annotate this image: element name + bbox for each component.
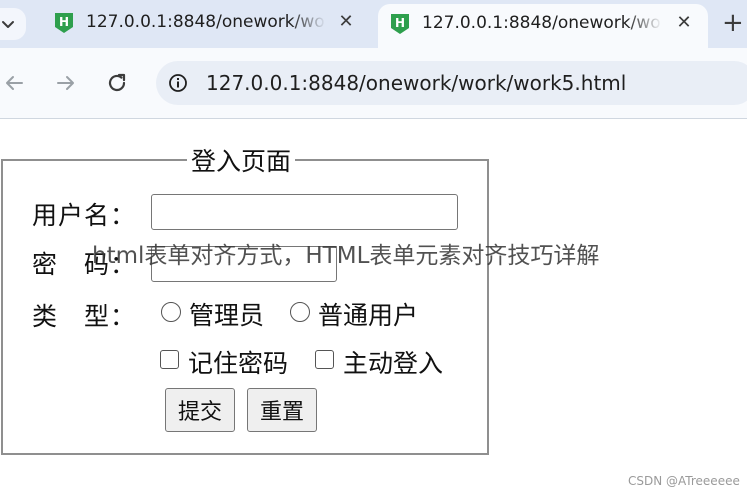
- tab-title: 127.0.0.1:8848/onework/work/work5.html: [422, 13, 662, 33]
- checkbox-auto-login[interactable]: [315, 350, 334, 369]
- reload-icon[interactable]: [105, 71, 129, 95]
- url-text[interactable]: 127.0.0.1:8848/onework/work/work5.html: [206, 71, 626, 95]
- address-bar[interactable]: 127.0.0.1:8848/onework/work/work5.html: [156, 61, 747, 105]
- login-legend: 登入页面: [191, 147, 292, 176]
- svg-text:H: H: [59, 15, 69, 29]
- site-info-icon[interactable]: [168, 73, 188, 93]
- checkbox-remember-password[interactable]: [160, 350, 179, 369]
- tab-search-button[interactable]: [0, 8, 26, 40]
- radio-admin[interactable]: [161, 302, 181, 322]
- submit-button[interactable]: 提交: [165, 388, 236, 432]
- tab-title: 127.0.0.1:8848/onework/work/work5.html: [86, 12, 326, 32]
- svg-text:H: H: [395, 16, 405, 30]
- checkbox-remember-password-label[interactable]: 记住密码: [188, 344, 288, 380]
- tab-active[interactable]: H 127.0.0.1:8848/onework/work/work5.html…: [378, 4, 708, 48]
- hbuilder-favicon-icon: H: [55, 13, 73, 33]
- close-icon[interactable]: ✕: [674, 12, 694, 33]
- close-icon[interactable]: ✕: [336, 11, 356, 32]
- radio-admin-label[interactable]: 管理员: [189, 296, 264, 332]
- checkbox-auto-login-label[interactable]: 主动登入: [343, 344, 443, 380]
- overlay-article-title: html表单对齐方式，HTML表单元素对齐技巧详解: [92, 243, 600, 269]
- forward-arrow-icon[interactable]: [54, 71, 78, 95]
- new-tab-button[interactable]: +: [722, 8, 747, 38]
- reset-button[interactable]: 重置: [247, 388, 318, 432]
- browser-toolbar: 127.0.0.1:8848/onework/work/work5.html: [0, 48, 747, 119]
- watermark: CSDN @ATreeeeee: [628, 474, 740, 488]
- radio-regular-user-label[interactable]: 普通用户: [318, 296, 418, 332]
- hbuilder-favicon-icon: H: [391, 14, 409, 34]
- tab-strip: H 127.0.0.1:8848/onework/work/work5.html…: [0, 0, 747, 48]
- username-label: 用户名：: [32, 201, 137, 230]
- type-label: 类 型：: [32, 302, 137, 331]
- tab-inactive[interactable]: H 127.0.0.1:8848/onework/work/work5.html…: [42, 0, 370, 48]
- radio-regular-user[interactable]: [290, 302, 310, 322]
- chevron-down-icon: [2, 21, 14, 28]
- back-arrow-icon[interactable]: [2, 71, 26, 95]
- username-input[interactable]: [151, 194, 458, 230]
